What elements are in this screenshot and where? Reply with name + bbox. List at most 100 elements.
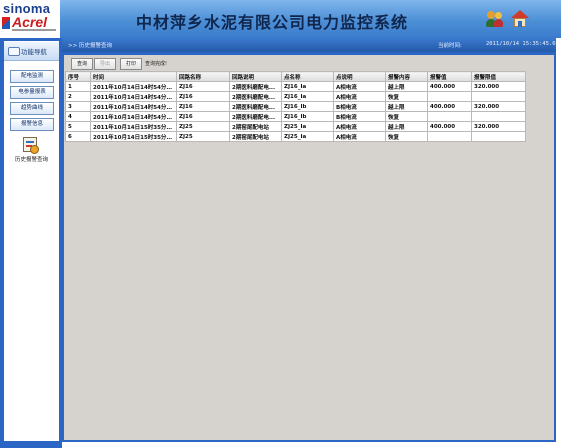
print-button[interactable]: 打印 (120, 58, 142, 70)
table-cell: A相电流 (333, 131, 386, 142)
table-cell (427, 91, 472, 102)
table-cell: B相电流 (333, 111, 386, 122)
table-cell: B相电流 (333, 101, 386, 112)
column-header[interactable]: 回路说明 (229, 71, 282, 82)
column-header[interactable]: 报警值 (427, 71, 472, 82)
toolbar: 查询 导出 打印 查询完成! (65, 57, 551, 71)
table-row[interactable]: 5 2011年10月14日15时35分7... ZJ25 2期窑尾配电站 ZJ2… (65, 121, 526, 132)
table-cell: 320.000 (471, 81, 526, 92)
breadcrumb: >> 历史报警查询 (68, 43, 112, 49)
table-cell: 越上限 (385, 121, 428, 132)
table-cell: 越上限 (385, 101, 428, 112)
table-row[interactable]: 3 2011年10月14日14时54分3... ZJ16 2期医料磨配电... … (65, 101, 526, 112)
acrel-logo-underline (12, 29, 56, 31)
table-cell: 2期医料磨配电... (229, 91, 282, 102)
table-cell: 2期医料磨配电... (229, 81, 282, 92)
column-header[interactable]: 时间 (90, 71, 177, 82)
table-cell: 1 (65, 81, 91, 92)
table-cell: 3 (65, 101, 91, 112)
acrel-logo-mark-icon (2, 17, 10, 29)
table-cell: 2 (65, 91, 91, 102)
table-cell: ZJ25_Ia (281, 131, 334, 142)
table-cell: 400.000 (427, 121, 472, 132)
table-cell: 2011年10月14日14时54分3... (90, 101, 177, 112)
table-cell (427, 131, 472, 142)
table-cell: 5 (65, 121, 91, 132)
column-header[interactable]: 点名称 (281, 71, 334, 82)
table-cell: ZJ16_Ia (281, 91, 334, 102)
table-cell: ZJ16 (176, 91, 230, 102)
sidebar-item-param-report[interactable]: 电参量报表 (10, 86, 54, 99)
table-row[interactable]: 4 2011年10月14日14时54分3... ZJ16 2期医料磨配电... … (65, 111, 526, 122)
column-header[interactable]: 点说明 (333, 71, 386, 82)
table-cell (471, 131, 526, 142)
column-header[interactable]: 报警内容 (385, 71, 428, 82)
app-header: sinoma Acrel 中材萍乡水泥有限公司电力监控系统 (0, 0, 561, 38)
sub-header: >> 历史报警查询 当前时间: 2011/10/14 15:35:45.6 (62, 38, 556, 52)
users-icon[interactable] (486, 10, 504, 28)
sidebar-item-trend-curve[interactable]: 趋势曲线 (10, 102, 54, 115)
acrel-logo: Acrel (1, 14, 59, 32)
table-cell: 2期医料磨配电... (229, 101, 282, 112)
table-cell: ZJ16_Ib (281, 101, 334, 112)
table-cell: A相电流 (333, 121, 386, 132)
table-cell: A相电流 (333, 91, 386, 102)
table-cell: ZJ25 (176, 121, 230, 132)
export-button[interactable]: 导出 (94, 58, 116, 70)
table-cell: 400.000 (427, 101, 472, 112)
current-time-label: 当前时间: (438, 43, 462, 49)
alarm-history-table: 序号 时间 回路名称 回路说明 点名称 点说明 报警内容 报警值 报警限值 1 … (65, 71, 526, 142)
table-header-row: 序号 时间 回路名称 回路说明 点名称 点说明 报警内容 报警值 报警限值 (65, 71, 526, 82)
table-cell: 400.000 (427, 81, 472, 92)
table-cell: ZJ16 (176, 81, 230, 92)
column-header[interactable]: 序号 (65, 71, 91, 82)
table-cell: 2期窑尾配电站 (229, 131, 282, 142)
current-time-value: 2011/10/14 15:35:45.6 (486, 41, 556, 47)
home-icon[interactable] (511, 10, 529, 28)
query-status: 查询完成! (145, 61, 168, 67)
table-cell: ZJ16 (176, 111, 230, 122)
table-cell: A相电流 (333, 81, 386, 92)
table-cell: 2011年10月14日14时54分3... (90, 111, 177, 122)
table-cell: 320.000 (471, 121, 526, 132)
table-cell: ZJ16_Ia (281, 81, 334, 92)
column-header[interactable]: 回路名称 (176, 71, 230, 82)
table-cell: 2011年10月14日15时35分7... (90, 121, 177, 132)
table-cell (471, 91, 526, 102)
column-header[interactable]: 报警限值 (471, 71, 526, 82)
nav-header: 功能导航 (4, 42, 59, 61)
sidebar-item-power-monitor[interactable]: 配电监测 (10, 70, 54, 83)
table-cell: 越上限 (385, 81, 428, 92)
nav-title: 功能导航 (21, 48, 47, 56)
table-cell: 320.000 (471, 101, 526, 112)
table-cell: ZJ16_Ib (281, 111, 334, 122)
table-cell: 2011年10月14日14时54分1... (90, 81, 177, 92)
table-row[interactable]: 6 2011年10月14日15时35分7... ZJ25 2期窑尾配电站 ZJ2… (65, 131, 526, 142)
table-row[interactable]: 1 2011年10月14日14时54分1... ZJ16 2期医料磨配电... … (65, 81, 526, 92)
sidebar-item-alarm-info[interactable]: 报警信息 (10, 118, 54, 131)
table-cell: 恢复 (385, 91, 428, 102)
table-cell: 2011年10月14日15时35分7... (90, 131, 177, 142)
table-cell: ZJ25 (176, 131, 230, 142)
table-cell: 恢复 (385, 111, 428, 122)
table-cell: 4 (65, 111, 91, 122)
table-cell: 6 (65, 131, 91, 142)
table-cell: ZJ16 (176, 101, 230, 112)
query-button[interactable]: 查询 (71, 58, 93, 70)
nav-hand-icon (8, 47, 20, 56)
table-cell (427, 111, 472, 122)
alarm-history-icon (23, 137, 39, 154)
table-cell: 2期窑尾配电站 (229, 121, 282, 132)
table-row[interactable]: 2 2011年10月14日14时54分1... ZJ16 2期医料磨配电... … (65, 91, 526, 102)
app-title: 中材萍乡水泥有限公司电力监控系统 (136, 13, 409, 32)
table-cell: 2期医料磨配电... (229, 111, 282, 122)
table-cell: ZJ25_Ia (281, 121, 334, 132)
company-logo: sinoma Acrel (0, 0, 60, 38)
sidebar-panel: 功能导航 配电监测 电参量报表 趋势曲线 报警信息 历史报警查询 (4, 41, 59, 441)
table-cell: 恢复 (385, 131, 428, 142)
alarm-history-label: 历史报警查询 (14, 157, 48, 163)
acrel-logo-text: Acrel (12, 14, 48, 30)
table-cell (471, 111, 526, 122)
content-area: 查询 导出 打印 查询完成! 序号 时间 回路名称 回路说明 点名称 点说明 报… (64, 55, 554, 440)
table-cell: 2011年10月14日14时54分1... (90, 91, 177, 102)
